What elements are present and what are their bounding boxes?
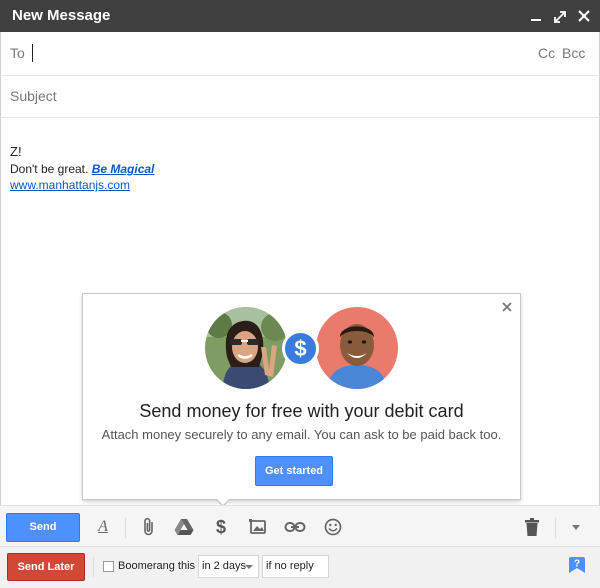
promo-subtitle: Attach money securely to any email. You …: [101, 427, 502, 442]
boomerang-checkbox-label: Boomerang this: [118, 560, 196, 572]
expand-icon[interactable]: [551, 6, 569, 26]
link-icon[interactable]: [283, 515, 307, 539]
minimize-icon[interactable]: [527, 6, 545, 26]
subject-field[interactable]: Subject: [0, 76, 600, 118]
formatting-icon[interactable]: A: [91, 515, 115, 539]
be-magical-link[interactable]: Be Magical: [92, 162, 155, 176]
promo-pointer-fill: [216, 498, 230, 505]
avatar-man: [316, 307, 398, 389]
avatar-woman: [205, 307, 287, 389]
send-money-promo: $ Send money for free with your debit ca…: [82, 293, 521, 500]
window-title: New Message: [12, 7, 111, 24]
boomerang-delay-value: in 2 days: [202, 560, 247, 572]
bcc-link[interactable]: Bcc: [562, 45, 585, 61]
emoji-icon[interactable]: [321, 515, 345, 539]
boomerang-checkbox[interactable]: [103, 561, 114, 572]
send-later-button[interactable]: Send Later: [7, 553, 85, 581]
website-link[interactable]: www.manhattanjs.com: [10, 177, 154, 193]
cc-link[interactable]: Cc: [538, 45, 555, 61]
signature-text: Don't be great.: [10, 162, 89, 176]
toolbar-divider: [125, 518, 126, 538]
toolbar-divider: [555, 518, 556, 538]
boomerang-divider: [93, 557, 94, 577]
boomerang-condition-select[interactable]: if no reply: [262, 555, 329, 578]
more-options-icon[interactable]: [564, 515, 588, 539]
to-field[interactable]: To Cc Bcc: [0, 32, 600, 76]
attach-icon[interactable]: [137, 515, 161, 539]
signature-line: Don't be great. Be Magical: [10, 161, 154, 177]
send-button[interactable]: Send: [6, 513, 80, 542]
promo-close-icon[interactable]: [500, 300, 514, 314]
close-icon[interactable]: [575, 6, 593, 26]
chevron-down-icon: [245, 565, 253, 569]
help-icon[interactable]: ?: [567, 555, 587, 575]
compose-toolbar: Send A $: [0, 505, 600, 547]
window-titlebar: New Message: [0, 0, 600, 32]
money-icon[interactable]: $: [209, 515, 233, 539]
svg-text:?: ?: [574, 559, 580, 570]
get-started-button[interactable]: Get started: [255, 456, 333, 486]
drive-icon[interactable]: [172, 515, 196, 539]
trash-icon[interactable]: [520, 515, 544, 539]
body-greeting: Z!: [10, 144, 22, 159]
boomerang-condition-value: if no reply: [266, 560, 314, 572]
boomerang-bar: Send Later Boomerang this in 2 days if n…: [0, 547, 600, 588]
to-label: To: [10, 45, 25, 61]
subject-placeholder: Subject: [10, 88, 57, 104]
photo-icon[interactable]: [246, 515, 270, 539]
dollar-badge-icon: $: [282, 330, 319, 367]
boomerang-delay-select[interactable]: in 2 days: [198, 555, 259, 578]
promo-title: Send money for free with your debit card: [139, 401, 464, 421]
message-body[interactable]: Z! Don't be great. Be Magical www.manhat…: [10, 144, 154, 193]
text-caret: [32, 44, 33, 62]
